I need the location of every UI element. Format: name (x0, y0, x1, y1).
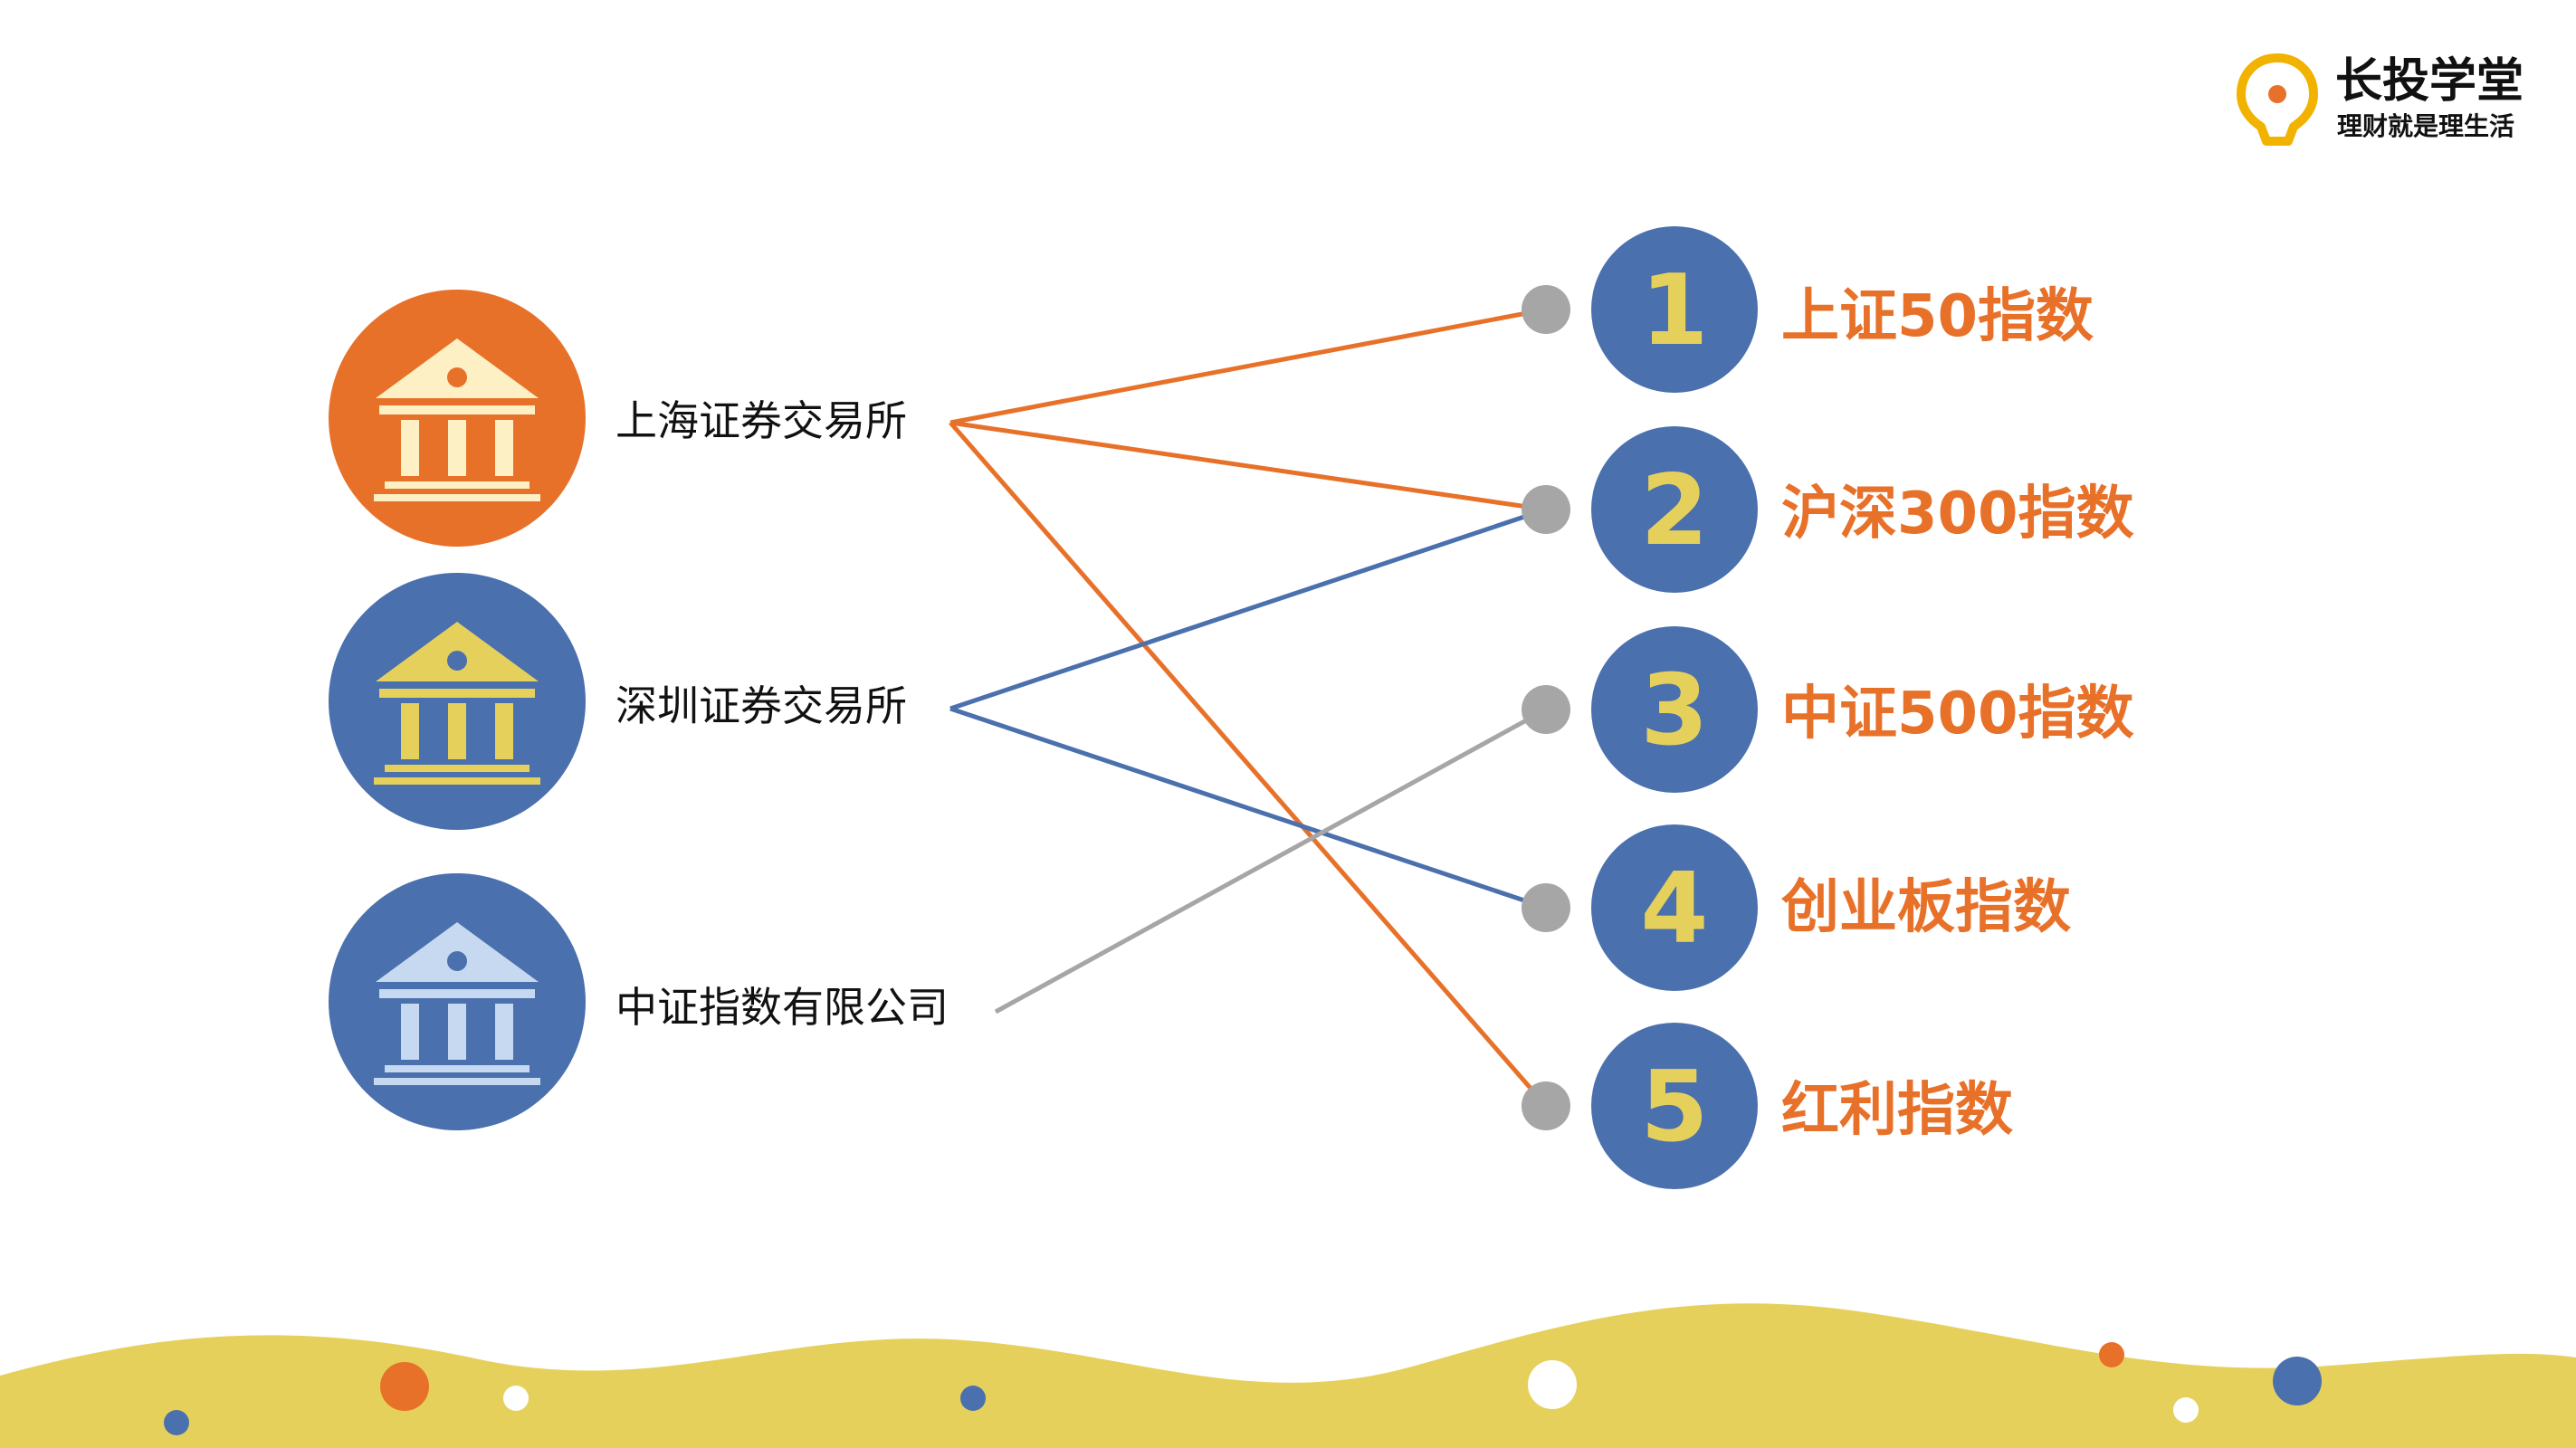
index-label-4: 创业板指数 (1781, 874, 2071, 941)
index-label-2: 沪深300指数 (1781, 481, 2134, 548)
bank-column (448, 420, 466, 476)
institution-badge (329, 290, 586, 547)
institution-badge (329, 573, 586, 830)
index-badges: 1 2 3 4 5 (1522, 226, 1758, 1189)
bank-step (374, 777, 540, 785)
bank-roof-dot (447, 651, 467, 671)
institution-circle (329, 573, 586, 830)
decor-dot-orange (380, 1362, 429, 1411)
decor-dot-white (1528, 1360, 1577, 1409)
decor-dot-blue (960, 1386, 986, 1411)
lightbulb-logo-icon (2237, 53, 2318, 146)
bank-step (385, 765, 530, 772)
connection-line (949, 307, 1547, 425)
decor-dot-blue (164, 1410, 189, 1435)
index-number: 2 (1640, 454, 1708, 567)
index-number: 1 (1640, 254, 1708, 367)
institution-icons (329, 290, 586, 1130)
connection-line (949, 507, 1547, 711)
connector-dot (1522, 285, 1570, 334)
institution-label-sse: 上海证券交易所 (615, 396, 907, 445)
connector-dot (1522, 485, 1570, 534)
diagram-canvas: 1 2 3 4 5 (0, 226, 2576, 1448)
bank-column (495, 420, 513, 476)
connection-line (949, 420, 1547, 512)
institution-label-szse: 深圳证券交易所 (615, 681, 907, 730)
connection-line (949, 706, 1547, 910)
bank-beam (379, 989, 535, 998)
decor-dot-white (2173, 1397, 2199, 1423)
index-number: 5 (1640, 1051, 1708, 1164)
connection-line (994, 707, 1548, 1015)
bank-step (385, 481, 530, 489)
bank-column (448, 1004, 466, 1060)
brand-name: 长投学堂 (2335, 54, 2524, 109)
bank-column (401, 420, 419, 476)
connector-dot (1522, 1081, 1570, 1130)
bank-step (374, 1078, 540, 1085)
bank-step (385, 1065, 530, 1072)
institution-circle (329, 873, 586, 1130)
institution-badge (329, 873, 586, 1130)
bank-column (495, 1004, 513, 1060)
bank-column (495, 703, 513, 759)
brand-slogan: 理财就是理生活 (2337, 111, 2515, 141)
bank-roof-dot (447, 367, 467, 387)
index-label-1: 上证50指数 (1781, 283, 2094, 350)
connector-dot (1522, 685, 1570, 734)
bank-column (401, 703, 419, 759)
bank-step (374, 494, 540, 501)
decor-dot-orange (2099, 1342, 2124, 1367)
bank-roof-dot (447, 951, 467, 971)
bank-column (448, 703, 466, 759)
connection-lines (949, 307, 1548, 1108)
slide: 1 2 3 4 5 上海证券交易所 深圳证券交易所 中证指数有限公司 上证50指数 沪深… (0, 0, 2576, 1448)
brand-logo: 长投学堂 理财就是理生活 (2234, 52, 2524, 152)
connector-dot (1522, 883, 1570, 932)
bank-beam (379, 405, 535, 414)
index-number: 3 (1640, 654, 1708, 767)
decor-dot-white (503, 1386, 529, 1411)
index-label-3: 中证500指数 (1781, 681, 2134, 748)
connection-line (949, 421, 1548, 1108)
bank-beam (379, 689, 535, 698)
index-number: 4 (1640, 853, 1708, 966)
bank-column (401, 1004, 419, 1060)
index-label-5: 红利指数 (1781, 1077, 2013, 1144)
institution-label-csi: 中证指数有限公司 (615, 983, 949, 1032)
institution-circle (329, 290, 586, 547)
decor-dot-blue (2273, 1357, 2322, 1405)
